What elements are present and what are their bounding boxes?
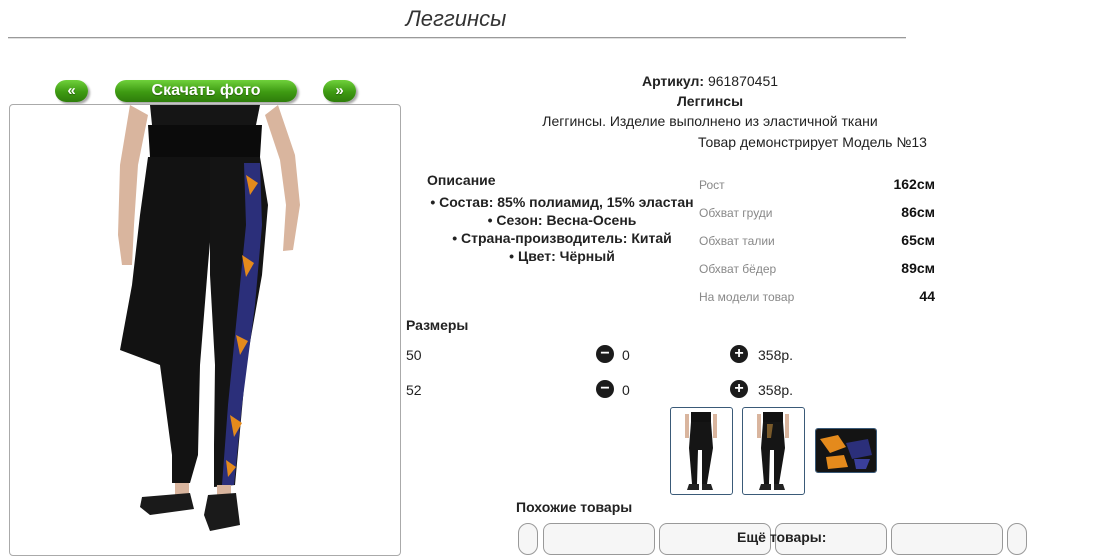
size-row: 50 − 0 + 358р.: [406, 345, 826, 365]
measurement-row: Обхват груди 86см: [699, 204, 935, 224]
photo-thumbnail[interactable]: [815, 428, 877, 473]
similar-product-card[interactable]: [543, 523, 655, 555]
measurement-row: Рост 162см: [699, 176, 935, 196]
measurement-label: Обхват груди: [699, 206, 773, 220]
measurement-label: Обхват талии: [699, 234, 775, 248]
description-item: • Состав: 85% полиамид, 15% эластан: [430, 194, 694, 210]
size-row: 52 − 0 + 358р.: [406, 380, 826, 400]
thumbnail-image: [685, 412, 717, 490]
description-title: Описание: [427, 172, 496, 188]
measurement-value: 162см: [893, 176, 935, 192]
quantity-value: 0: [622, 382, 630, 398]
photo-thumbnail[interactable]: [742, 407, 805, 495]
product-name: Леггинсы: [676, 93, 744, 109]
title-divider: [8, 37, 906, 38]
measurement-value: 65см: [901, 232, 935, 248]
quantity-value: 0: [622, 347, 630, 363]
sku-line: Артикул: 961870451: [420, 73, 1000, 89]
leggings-illustration: [118, 105, 300, 531]
decrease-qty-button[interactable]: −: [596, 380, 614, 398]
description-list: • Состав: 85% полиамид, 15% эластан • Се…: [427, 193, 697, 265]
description-block: Описание • Состав: 85% полиамид, 15% эла…: [427, 172, 694, 264]
sku-value: 961870451: [707, 73, 779, 89]
download-photo-button[interactable]: Скачать фото: [115, 80, 297, 102]
product-short-description: Леггинсы. Изделие выполнено из эластично…: [542, 113, 878, 129]
page-title: Леггинсы: [405, 6, 507, 31]
measurement-label: На модели товар: [699, 290, 795, 304]
carousel-prev-button[interactable]: [518, 523, 538, 555]
photo-thumbnail[interactable]: [670, 407, 733, 495]
measurement-row: На модели товар 44: [699, 288, 935, 308]
thumbnail-image: [816, 429, 876, 472]
similar-products-title: Похожие товары: [516, 499, 633, 515]
more-products-title: Ещё товары:: [737, 529, 827, 545]
similar-product-card[interactable]: [891, 523, 1003, 555]
thumbnail-image: [757, 412, 789, 490]
size-value: 52: [406, 382, 422, 398]
description-item: • Цвет: Чёрный: [509, 248, 615, 264]
description-item: • Страна-производитель: Китай: [452, 230, 672, 246]
main-product-photo[interactable]: [9, 104, 401, 556]
next-photo-button[interactable]: »: [323, 80, 356, 102]
prev-photo-button[interactable]: «: [55, 80, 88, 102]
decrease-qty-button[interactable]: −: [596, 345, 614, 363]
sku-label: Артикул:: [641, 73, 705, 89]
measurement-label: Рост: [699, 178, 725, 192]
sizes-title: Размеры: [406, 317, 469, 333]
price: 358р.: [758, 382, 794, 398]
increase-qty-button[interactable]: +: [730, 380, 748, 398]
price: 358р.: [758, 347, 794, 363]
measurement-row: Обхват бёдер 89см: [699, 260, 935, 280]
increase-qty-button[interactable]: +: [730, 345, 748, 363]
measurement-value: 86см: [901, 204, 935, 220]
description-item: • Сезон: Весна-Осень: [487, 212, 637, 228]
measurement-value: 44: [919, 288, 935, 304]
carousel-next-button[interactable]: [1007, 523, 1027, 555]
size-value: 50: [406, 347, 422, 363]
measurement-value: 89см: [901, 260, 935, 276]
measurement-label: Обхват бёдер: [699, 262, 777, 276]
model-line: Товар демонстрирует Модель №13: [698, 134, 927, 150]
measurement-row: Обхват талии 65см: [699, 232, 935, 252]
